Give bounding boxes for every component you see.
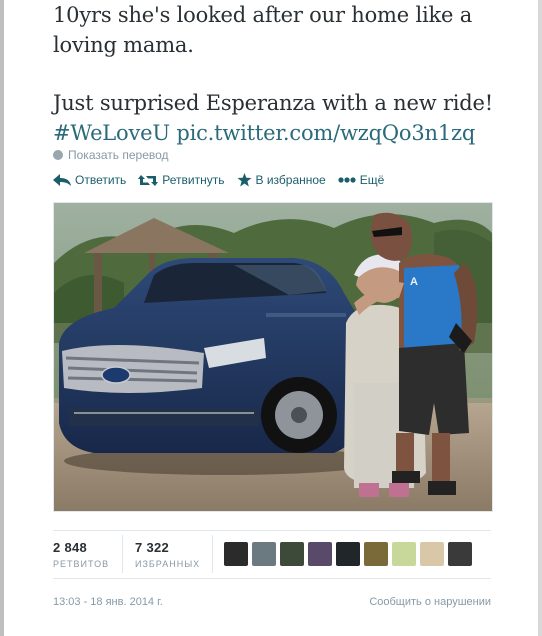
favorite-label: В избранное xyxy=(255,173,326,187)
tweet-timestamp[interactable]: 13:03 - 18 янв. 2014 г. xyxy=(53,596,163,608)
tweet-text-line: Just surprised Esperanza with a new ride… xyxy=(53,91,494,115)
favorite-button[interactable]: В избранное xyxy=(237,173,326,187)
reply-icon xyxy=(53,174,71,186)
photo-illustration: A xyxy=(54,203,492,511)
pic-link[interactable]: pic.twitter.com/wzqQo3n1zq xyxy=(176,121,475,145)
retweets-label: РЕТВИТОВ xyxy=(53,559,110,569)
retweets-count: 2 848 xyxy=(53,540,88,555)
favoriter-avatar[interactable] xyxy=(308,542,332,566)
more-label: Ещё xyxy=(359,173,385,187)
stat-separator xyxy=(122,535,123,573)
tweet-photo[interactable]: A xyxy=(53,202,493,512)
report-link[interactable]: Сообщить о нарушении xyxy=(369,596,491,608)
favorites-stat[interactable]: 7 322 ИЗБРАННЫХ xyxy=(135,540,200,569)
retweet-button[interactable]: Ретвитнуть xyxy=(138,173,225,187)
tweet-text-line: loving mama. xyxy=(53,33,194,57)
favorites-label: ИЗБРАННЫХ xyxy=(135,559,201,569)
favoriter-avatar[interactable] xyxy=(392,542,416,566)
translate-link[interactable]: Показать перевод xyxy=(53,148,169,162)
tweet-actions: Ответить Ретвитнуть В избранное Ещё xyxy=(53,173,384,187)
favoriter-avatar[interactable] xyxy=(280,542,304,566)
stats-top-divider xyxy=(53,530,491,531)
reply-button[interactable]: Ответить xyxy=(53,173,126,187)
tweet-text-line: 10yrs she's looked after our home like a xyxy=(53,3,473,27)
favoriter-avatar[interactable] xyxy=(224,542,248,566)
svg-text:A: A xyxy=(410,276,418,288)
translate-label: Показать перевод xyxy=(68,148,169,162)
favoriter-avatar[interactable] xyxy=(420,542,444,566)
favorites-count: 7 322 xyxy=(135,540,170,555)
retweets-stat[interactable]: 2 848 РЕТВИТОВ xyxy=(53,540,109,569)
reply-label: Ответить xyxy=(75,173,127,187)
favoriter-avatar[interactable] xyxy=(252,542,276,566)
hashtag-link[interactable]: #WeLoveU xyxy=(53,121,170,145)
window-right-edge xyxy=(538,0,542,636)
favoriter-avatar[interactable] xyxy=(364,542,388,566)
globe-icon xyxy=(53,150,63,160)
favoriter-avatar[interactable] xyxy=(448,542,472,566)
stat-separator xyxy=(212,535,213,573)
favoriters-avatars xyxy=(224,542,472,566)
retweet-label: Ретвитнуть xyxy=(162,173,225,187)
more-button[interactable]: Ещё xyxy=(338,173,385,187)
favoriter-avatar[interactable] xyxy=(336,542,360,566)
window-left-edge xyxy=(0,0,4,636)
tweet-text: 10yrs she's looked after our home like a… xyxy=(53,0,523,148)
retweet-icon xyxy=(138,174,159,186)
stats-bottom-divider xyxy=(53,578,491,579)
star-icon xyxy=(237,173,251,187)
tweet-links: #WeLoveU pic.twitter.com/wzqQo3n1zq xyxy=(53,118,523,148)
more-dots-icon xyxy=(338,177,356,183)
